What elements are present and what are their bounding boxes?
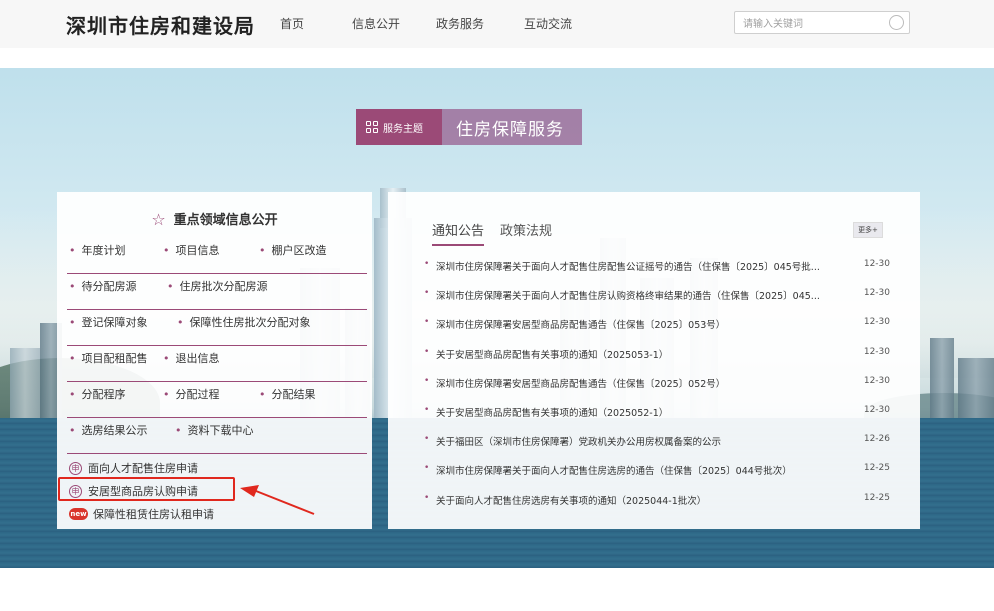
link-download-center[interactable]: 资料下载中心 <box>175 422 254 438</box>
news-list: 深圳市住房保障署关于面向人才配售住房配售公证摇号的通告（住保售〔2025〕045… <box>424 259 890 522</box>
site-header: 深圳市住房和建设局 首页 信息公开 政务服务 互动交流 <box>0 0 994 48</box>
news-date: 12-25 <box>863 463 890 474</box>
link-shantytown-renovation[interactable]: 棚户区改造 <box>259 242 327 258</box>
focus-row: 分配程序 分配过程 分配结果 <box>67 386 367 418</box>
news-title[interactable]: 深圳市住房保障署安居型商品房配售通告（住保售〔2025〕053号） <box>436 317 846 331</box>
more-button[interactable]: 更多+ <box>853 222 883 238</box>
application-icon: 申 <box>69 461 82 475</box>
nav-info-disclosure[interactable]: 信息公开 <box>352 15 436 32</box>
news-title[interactable]: 深圳市住房保障署关于面向人才配售住房选房的通告（住保售〔2025〕044号批次） <box>436 463 846 477</box>
nav-gov-services[interactable]: 政务服务 <box>436 15 524 32</box>
building-shape <box>958 358 994 418</box>
link-annual-plan[interactable]: 年度计划 <box>69 242 126 258</box>
tab-policies[interactable]: 政策法规 <box>500 220 552 246</box>
focus-panel-title: ☆ 重点领域信息公开 <box>57 209 372 229</box>
apply-rental-housing[interactable]: new 保障性租赁住房认租申请 <box>69 506 214 522</box>
news-title[interactable]: 关于安居型商品房配售有关事项的通知（2025052-1） <box>436 405 846 419</box>
building-shape <box>930 338 954 418</box>
search-box <box>734 11 910 35</box>
news-date: 12-30 <box>863 288 890 299</box>
nav-home[interactable]: 首页 <box>280 15 352 32</box>
link-pending-housing[interactable]: 待分配房源 <box>69 278 137 294</box>
search-icon[interactable] <box>889 15 904 30</box>
link-exit-info[interactable]: 退出信息 <box>163 350 220 366</box>
link-allocation-process[interactable]: 分配过程 <box>163 386 220 402</box>
focus-row: 登记保障对象 保障性住房批次分配对象 <box>67 314 367 346</box>
red-arrow-icon <box>240 485 315 515</box>
news-date: 12-30 <box>863 346 890 357</box>
news-item[interactable]: 关于安居型商品房配售有关事项的通知（2025053-1） 12-30 <box>424 347 890 376</box>
link-project-allocation[interactable]: 项目配租配售 <box>69 350 148 366</box>
link-allocation-result[interactable]: 分配结果 <box>259 386 316 402</box>
news-item[interactable]: 关于安居型商品房配售有关事项的通知（2025052-1） 12-30 <box>424 405 890 434</box>
news-title[interactable]: 深圳市住房保障署关于面向人才配售住房配售公证摇号的通告（住保售〔2025〕045… <box>436 259 846 273</box>
news-title[interactable]: 关于福田区（深圳市住房保障署）党政机关办公用房权属备案的公示 <box>436 434 846 448</box>
site-title[interactable]: 深圳市住房和建设局 <box>66 10 255 39</box>
focus-row: 选房结果公示 资料下载中心 <box>67 422 367 454</box>
link-selection-results[interactable]: 选房结果公示 <box>69 422 148 438</box>
apply-talent-housing-label: 面向人才配售住房申请 <box>88 462 198 475</box>
link-batch-housing[interactable]: 住房批次分配房源 <box>167 278 268 294</box>
apply-rental-housing-label: 保障性租赁住房认租申请 <box>93 508 214 521</box>
apply-talent-housing[interactable]: 申 面向人才配售住房申请 <box>69 460 198 476</box>
building-shape <box>10 348 40 418</box>
star-icon: ☆ <box>151 210 166 229</box>
service-theme-label: 服务主题 <box>356 109 442 145</box>
focus-panel-title-text: 重点领域信息公开 <box>173 213 278 228</box>
news-date: 12-30 <box>863 259 890 269</box>
search-input[interactable] <box>735 14 875 35</box>
news-item[interactable]: 深圳市住房保障署安居型商品房配售通告（住保售〔2025〕053号） 12-30 <box>424 317 890 346</box>
news-item[interactable]: 深圳市住房保障署关于面向人才配售住房认购资格终审结果的通告（住保售〔2025〕0… <box>424 288 890 317</box>
notice-panel: 通知公告 政策法规 更多+ 深圳市住房保障署关于面向人才配售住房配售公证摇号的通… <box>388 192 920 529</box>
highlight-box <box>58 477 235 501</box>
news-item[interactable]: 关于福田区（深圳市住房保障署）党政机关办公用房权属备案的公示 12-26 <box>424 434 890 463</box>
focus-row: 项目配租配售 退出信息 <box>67 350 367 382</box>
focus-row: 年度计划 项目信息 棚户区改造 <box>67 242 367 274</box>
news-item[interactable]: 深圳市住房保障署关于面向人才配售住房选房的通告（住保售〔2025〕044号批次）… <box>424 463 890 492</box>
news-item[interactable]: 关于面向人才配售住房选房有关事项的通知（2025044-1批次） 12-25 <box>424 493 890 522</box>
news-date: 12-26 <box>863 434 890 445</box>
news-title[interactable]: 关于面向人才配售住房选房有关事项的通知（2025044-1批次） <box>436 493 846 507</box>
link-registered-recipients[interactable]: 登记保障对象 <box>69 314 148 330</box>
news-date: 12-30 <box>863 375 890 386</box>
notice-tabs: 通知公告 政策法规 <box>432 220 568 246</box>
link-project-info[interactable]: 项目信息 <box>163 242 220 258</box>
tab-notices[interactable]: 通知公告 <box>432 220 485 246</box>
news-title[interactable]: 关于安居型商品房配售有关事项的通知（2025053-1） <box>436 347 846 361</box>
news-item[interactable]: 深圳市住房保障署安居型商品房配售通告（住保售〔2025〕052号） 12-30 <box>424 376 890 405</box>
new-badge-icon: new <box>69 508 88 520</box>
news-date: 12-30 <box>863 404 890 415</box>
service-theme-tag: 服务主题 住房保障服务 <box>356 109 582 145</box>
news-title[interactable]: 深圳市住房保障署安居型商品房配售通告（住保售〔2025〕052号） <box>436 376 846 390</box>
grid-icon <box>366 121 378 133</box>
link-batch-recipients[interactable]: 保障性住房批次分配对象 <box>177 314 311 330</box>
service-theme-title: 住房保障服务 <box>442 109 582 145</box>
service-theme-label-text: 服务主题 <box>383 123 423 135</box>
link-allocation-procedure[interactable]: 分配程序 <box>69 386 126 402</box>
news-date: 12-30 <box>863 317 890 328</box>
news-item[interactable]: 深圳市住房保障署关于面向人才配售住房配售公证摇号的通告（住保售〔2025〕045… <box>424 259 890 288</box>
focus-row: 待分配房源 住房批次分配房源 <box>67 278 367 310</box>
news-date: 12-25 <box>863 492 890 503</box>
main-nav: 首页 信息公开 政务服务 互动交流 <box>280 15 614 32</box>
news-title[interactable]: 深圳市住房保障署关于面向人才配售住房认购资格终审结果的通告（住保售〔2025〕0… <box>436 288 846 302</box>
nav-interaction[interactable]: 互动交流 <box>524 15 614 32</box>
